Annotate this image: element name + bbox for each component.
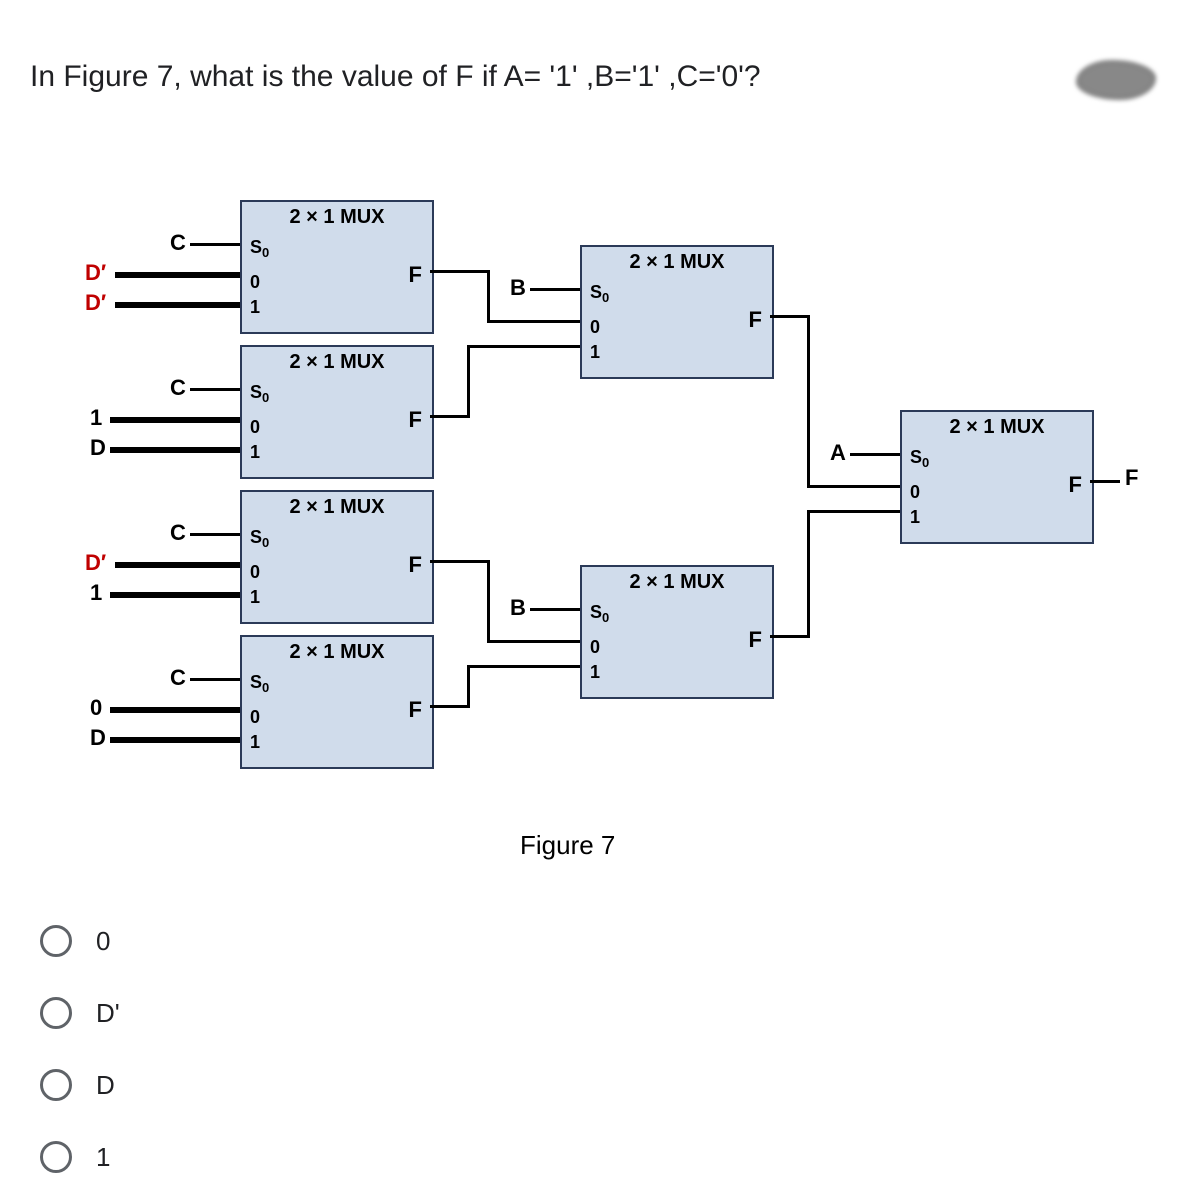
answer-option-0[interactable]: 0 (40, 905, 120, 977)
figure-caption: Figure 7 (520, 830, 615, 861)
answer-option-d[interactable]: D (40, 1049, 120, 1121)
mux-title: 2 × 1 MUX (902, 416, 1092, 439)
mux-1: 2 × 1 MUX S0 0 1 F (240, 200, 434, 334)
input-c: C (170, 230, 186, 256)
label-f: F (1069, 472, 1082, 498)
mux-title: 2 × 1 MUX (242, 641, 432, 664)
label-in1: 1 (250, 587, 260, 608)
answer-options: 0 D' D 1 (40, 905, 120, 1193)
label-s0: S0 (590, 602, 609, 623)
label-s0: S0 (250, 672, 269, 693)
mux-title: 2 × 1 MUX (242, 351, 432, 374)
label-in0: 0 (590, 317, 600, 338)
output-f: F (1125, 465, 1138, 491)
mux-3: 2 × 1 MUX S0 0 1 F (240, 490, 434, 624)
mux-6: 2 × 1 MUX S0 0 1 F (580, 565, 774, 699)
input-d: D (90, 435, 106, 461)
answer-label: D' (96, 998, 120, 1029)
label-f: F (409, 697, 422, 723)
label-s0: S0 (910, 447, 929, 468)
input-b: B (510, 595, 526, 621)
label-f: F (749, 307, 762, 333)
label-in1: 1 (590, 662, 600, 683)
label-f: F (409, 552, 422, 578)
answer-option-1[interactable]: 1 (40, 1121, 120, 1193)
mux-diagram: 2 × 1 MUX S0 0 1 F 2 × 1 MUX S0 0 1 F 2 … (30, 170, 1170, 870)
label-f: F (409, 407, 422, 433)
radio-icon[interactable] (40, 997, 72, 1029)
label-s0: S0 (590, 282, 609, 303)
answer-option-dprime[interactable]: D' (40, 977, 120, 1049)
input-c: C (170, 375, 186, 401)
question-text: In Figure 7, what is the value of F if A… (30, 60, 761, 94)
mux-2: 2 × 1 MUX S0 0 1 F (240, 345, 434, 479)
input-d: D (90, 725, 106, 751)
radio-icon[interactable] (40, 1141, 72, 1173)
label-f: F (409, 262, 422, 288)
label-in1: 1 (590, 342, 600, 363)
scribble-mark (1076, 60, 1156, 100)
label-f: F (749, 627, 762, 653)
label-in1: 1 (250, 297, 260, 318)
input-a: A (830, 440, 846, 466)
input-const1: 1 (90, 405, 102, 431)
label-in0: 0 (250, 417, 260, 438)
input-dprime: D′ (85, 290, 106, 316)
label-in1: 1 (250, 732, 260, 753)
answer-label: D (96, 1070, 115, 1101)
input-b: B (510, 275, 526, 301)
label-in0: 0 (590, 637, 600, 658)
mux-title: 2 × 1 MUX (242, 206, 432, 229)
answer-label: 0 (96, 926, 110, 957)
input-c: C (170, 665, 186, 691)
input-const0: 0 (90, 695, 102, 721)
input-dprime: D′ (85, 550, 106, 576)
answer-label: 1 (96, 1142, 110, 1173)
label-in0: 0 (250, 707, 260, 728)
label-s0: S0 (250, 237, 269, 258)
label-in1: 1 (250, 442, 260, 463)
mux-5: 2 × 1 MUX S0 0 1 F (580, 245, 774, 379)
mux-title: 2 × 1 MUX (242, 496, 432, 519)
input-dprime: D′ (85, 260, 106, 286)
input-c: C (170, 520, 186, 546)
mux-4: 2 × 1 MUX S0 0 1 F (240, 635, 434, 769)
label-in0: 0 (910, 482, 920, 503)
radio-icon[interactable] (40, 1069, 72, 1101)
label-in0: 0 (250, 562, 260, 583)
radio-icon[interactable] (40, 925, 72, 957)
input-const1: 1 (90, 580, 102, 606)
mux-title: 2 × 1 MUX (582, 251, 772, 274)
mux-title: 2 × 1 MUX (582, 571, 772, 594)
mux-7: 2 × 1 MUX S0 0 1 F (900, 410, 1094, 544)
label-in1: 1 (910, 507, 920, 528)
label-in0: 0 (250, 272, 260, 293)
label-s0: S0 (250, 382, 269, 403)
label-s0: S0 (250, 527, 269, 548)
